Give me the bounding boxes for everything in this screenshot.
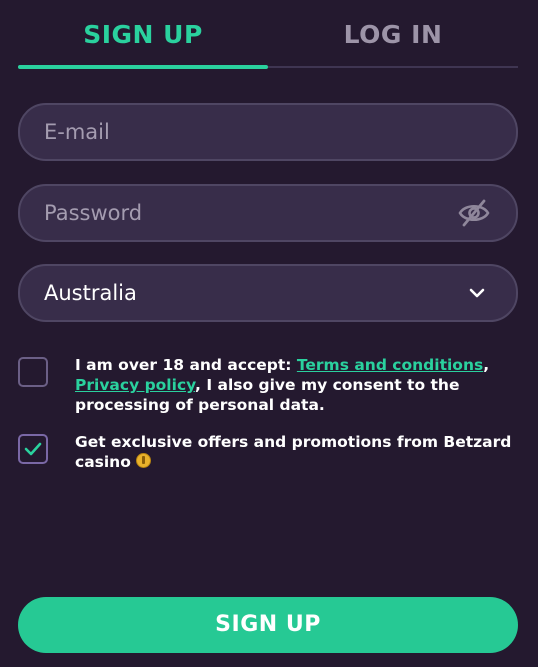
terms-text-before: I am over 18 and accept: <box>75 356 297 374</box>
terms-and-conditions-link[interactable]: Terms and conditions <box>297 356 483 374</box>
eye-slash-icon[interactable] <box>458 198 490 228</box>
country-selected-value: Australia <box>44 281 137 305</box>
money-bag-icon <box>136 453 152 468</box>
privacy-policy-link[interactable]: Privacy policy <box>75 376 195 394</box>
terms-consent-text: I am over 18 and accept: Terms and condi… <box>75 355 515 415</box>
password-field[interactable] <box>18 184 518 242</box>
email-input[interactable] <box>44 105 444 159</box>
country-select[interactable]: Australia <box>18 264 518 322</box>
chevron-down-icon <box>468 285 486 301</box>
sign-up-button[interactable]: SIGN UP <box>18 597 518 653</box>
tab-sign-up[interactable]: SIGN UP <box>18 20 268 49</box>
tab-log-in[interactable]: LOG IN <box>268 20 518 49</box>
offers-checkbox[interactable] <box>18 434 48 464</box>
email-field[interactable] <box>18 103 518 161</box>
checkmark-icon <box>24 442 42 456</box>
auth-tabs: SIGN UP LOG IN <box>18 0 518 70</box>
terms-separator: , <box>483 356 490 374</box>
terms-checkbox[interactable] <box>18 357 48 387</box>
password-input[interactable] <box>44 186 444 240</box>
active-tab-indicator <box>18 65 268 69</box>
offers-consent-text: Get exclusive offers and promotions from… <box>75 432 515 472</box>
